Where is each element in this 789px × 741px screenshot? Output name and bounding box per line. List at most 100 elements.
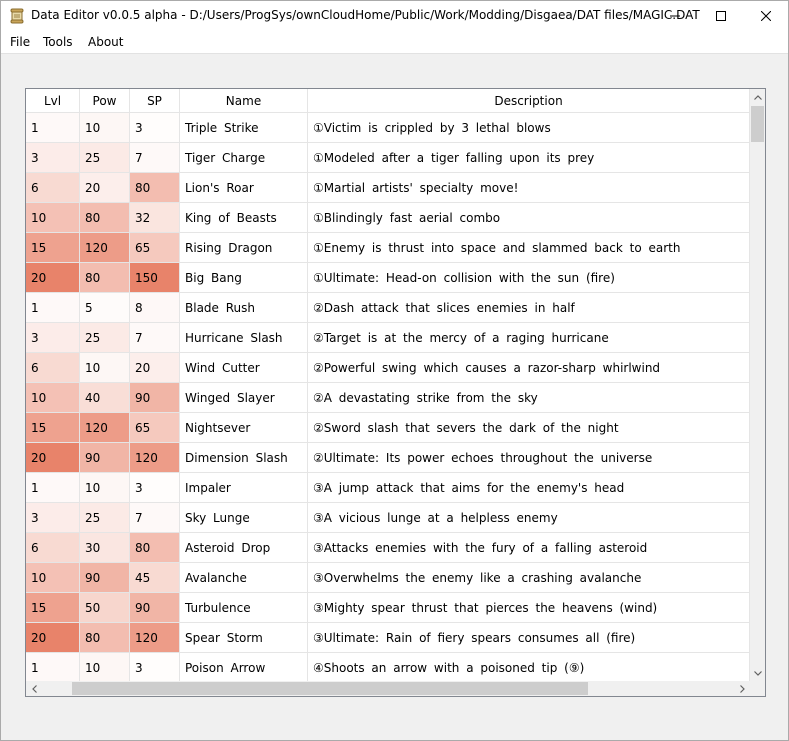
cell-pow[interactable]: 30 [80,533,130,563]
cell-pow[interactable]: 80 [80,623,130,653]
cell-description[interactable]: ③A vicious lunge at a helpless enemy [308,503,750,533]
cell-lvl[interactable]: 1 [26,473,80,503]
cell-description[interactable]: ③A jump attack that aims for the enemy's… [308,473,750,503]
cell-description[interactable]: ④Shoots an arrow with a poisoned tip (⑨) [308,653,750,681]
cell-sp[interactable]: 7 [130,323,180,353]
header-col-description[interactable]: Description [308,89,750,113]
table-row[interactable]: 20 80 120 Spear Storm ③Ultimate: Rain of fie… [26,623,750,653]
table-row[interactable]: 3 25 7 Hurricane Slash ②Target is at the mer… [26,323,750,353]
cell-name[interactable]: King of Beasts [180,203,308,233]
cell-pow[interactable]: 90 [80,443,130,473]
cell-name[interactable]: Turbulence [180,593,308,623]
cell-name[interactable]: Nightsever [180,413,308,443]
cell-sp[interactable]: 7 [130,143,180,173]
cell-description[interactable]: ②A devastating strike from the sky [308,383,750,413]
table-row[interactable]: 10 90 45 Avalanche ③Overwhelms the enemy lik… [26,563,750,593]
table-row[interactable]: 3 25 7 Tiger Charge ①Modeled after a tiger f… [26,143,750,173]
cell-pow[interactable]: 50 [80,593,130,623]
cell-lvl[interactable]: 6 [26,533,80,563]
cell-lvl[interactable]: 20 [26,263,80,293]
cell-description[interactable]: ③Attacks enemies with the fury of a fall… [308,533,750,563]
menu-file[interactable]: File [10,35,30,49]
scroll-up-button[interactable] [750,89,765,105]
cell-pow[interactable]: 80 [80,263,130,293]
minimize-button[interactable] [653,1,697,31]
cell-pow[interactable]: 5 [80,293,130,323]
cell-description[interactable]: ②Ultimate: Its power echoes throughout t… [308,443,750,473]
cell-name[interactable]: Big Bang [180,263,308,293]
cell-sp[interactable]: 90 [130,593,180,623]
cell-lvl[interactable]: 15 [26,413,80,443]
table-row[interactable]: 20 90 120 Dimension Slash ②Ultimate: Its pow… [26,443,750,473]
cell-description[interactable]: ②Dash attack that slices enemies in half [308,293,750,323]
cell-pow[interactable]: 10 [80,113,130,143]
cell-lvl[interactable]: 3 [26,323,80,353]
table-row[interactable]: 20 80 150 Big Bang ①Ultimate: Head-on collis… [26,263,750,293]
cell-pow[interactable]: 25 [80,323,130,353]
table-row[interactable]: 15 120 65 Nightsever ②Sword slash that sever… [26,413,750,443]
cell-pow[interactable]: 120 [80,413,130,443]
table-body[interactable]: 1 10 3 Triple Strike ①Victim is crippled by … [26,113,750,681]
cell-lvl[interactable]: 1 [26,293,80,323]
table-row[interactable]: 1 5 8 Blade Rush ②Dash attack that slices en… [26,293,750,323]
scroll-down-button[interactable] [750,665,765,681]
table-row[interactable]: 10 80 32 King of Beasts ①Blindingly fast aer… [26,203,750,233]
cell-sp[interactable]: 3 [130,473,180,503]
cell-lvl[interactable]: 3 [26,143,80,173]
table-row[interactable]: 1 10 3 Impaler ③A jump attack that aims for … [26,473,750,503]
cell-pow[interactable]: 10 [80,353,130,383]
cell-sp[interactable]: 20 [130,353,180,383]
cell-description[interactable]: ②Sword slash that severs the dark of the… [308,413,750,443]
cell-lvl[interactable]: 6 [26,353,80,383]
cell-name[interactable]: Spear Storm [180,623,308,653]
header-col-lvl[interactable]: Lvl [26,89,80,113]
cell-lvl[interactable]: 10 [26,563,80,593]
cell-sp[interactable]: 7 [130,503,180,533]
cell-name[interactable]: Hurricane Slash [180,323,308,353]
cell-sp[interactable]: 8 [130,293,180,323]
cell-description[interactable]: ①Ultimate: Head-on collision with the su… [308,263,750,293]
cell-lvl[interactable]: 20 [26,443,80,473]
cell-lvl[interactable]: 20 [26,623,80,653]
cell-name[interactable]: Sky Lunge [180,503,308,533]
cell-name[interactable]: Avalanche [180,563,308,593]
cell-lvl[interactable]: 15 [26,593,80,623]
cell-sp[interactable]: 90 [130,383,180,413]
cell-lvl[interactable]: 10 [26,383,80,413]
cell-lvl[interactable]: 3 [26,503,80,533]
cell-lvl[interactable]: 1 [26,653,80,681]
cell-sp[interactable]: 80 [130,533,180,563]
cell-description[interactable]: ①Modeled after a tiger falling upon its … [308,143,750,173]
cell-name[interactable]: Asteroid Drop [180,533,308,563]
cell-description[interactable]: ③Mighty spear thrust that pierces the he… [308,593,750,623]
table-row[interactable]: 3 25 7 Sky Lunge ③A vicious lunge at a helpl… [26,503,750,533]
cell-pow[interactable]: 10 [80,653,130,681]
cell-description[interactable]: ①Victim is crippled by 3 lethal blows [308,113,750,143]
cell-sp[interactable]: 120 [130,443,180,473]
menu-about[interactable]: About [88,35,123,49]
header-col-pow[interactable]: Pow [80,89,130,113]
cell-description[interactable]: ①Enemy is thrust into space and slammed … [308,233,750,263]
cell-sp[interactable]: 3 [130,113,180,143]
cell-sp[interactable]: 150 [130,263,180,293]
cell-sp[interactable]: 80 [130,173,180,203]
cell-name[interactable]: Lion's Roar [180,173,308,203]
table-row[interactable]: 6 20 80 Lion's Roar ①Martial artists' specia… [26,173,750,203]
horizontal-scroll-thumb[interactable] [72,682,588,695]
table-row[interactable]: 15 120 65 Rising Dragon ①Enemy is thrust int… [26,233,750,263]
cell-name[interactable]: Tiger Charge [180,143,308,173]
cell-name[interactable]: Wind Cutter [180,353,308,383]
table-row[interactable]: 15 50 90 Turbulence ③Mighty spear thrust tha… [26,593,750,623]
cell-name[interactable]: Winged Slayer [180,383,308,413]
table-row[interactable]: 6 30 80 Asteroid Drop ③Attacks enemies with … [26,533,750,563]
cell-pow[interactable]: 10 [80,473,130,503]
table-row[interactable]: 1 10 3 Triple Strike ①Victim is crippled by … [26,113,750,143]
menu-tools[interactable]: Tools [43,35,73,49]
cell-lvl[interactable]: 10 [26,203,80,233]
data-table[interactable]: Lvl Pow SP Name Description 1 10 3 Triple Strik… [25,88,766,697]
cell-description[interactable]: ②Powerful swing which causes a razor-sha… [308,353,750,383]
cell-description[interactable]: ①Martial artists' specialty move! [308,173,750,203]
cell-name[interactable]: Impaler [180,473,308,503]
cell-description[interactable]: ③Ultimate: Rain of fiery spears consumes… [308,623,750,653]
cell-name[interactable]: Triple Strike [180,113,308,143]
